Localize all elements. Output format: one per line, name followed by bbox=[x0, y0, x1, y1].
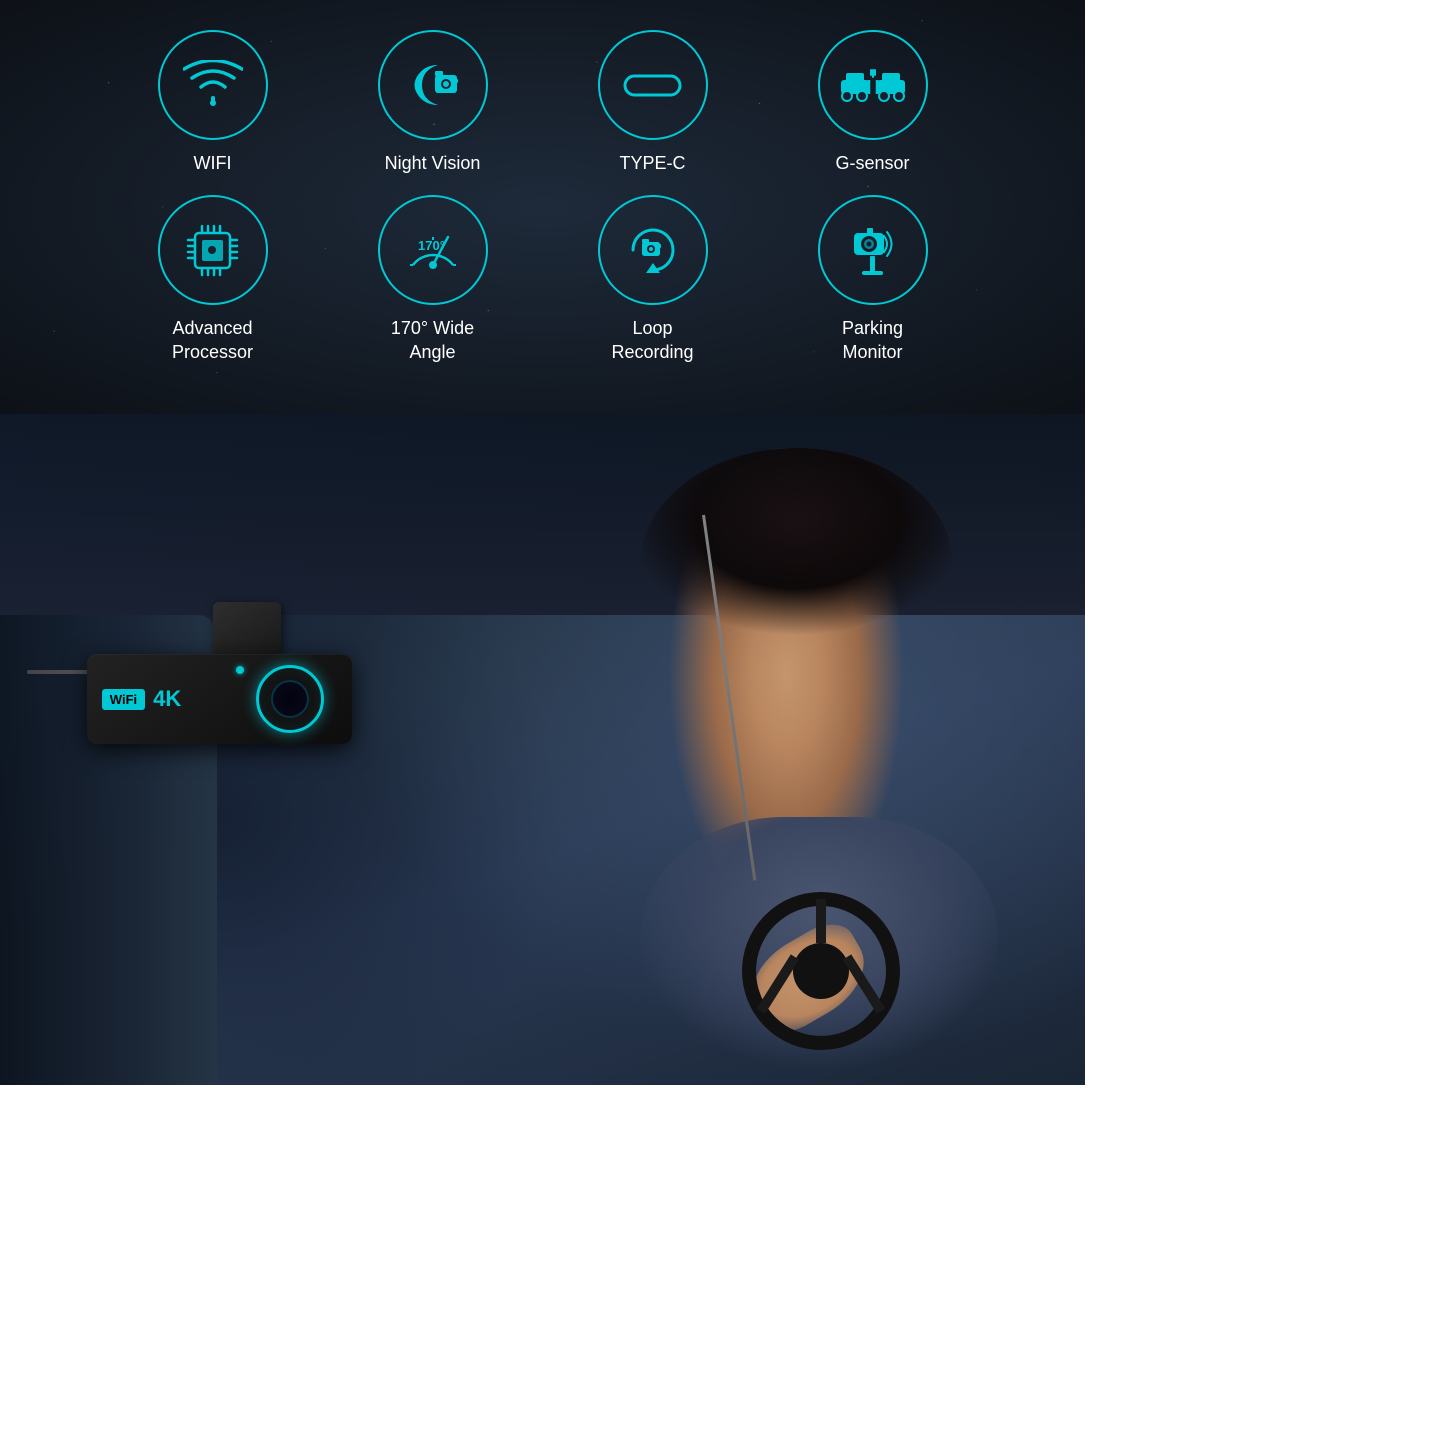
feature-parking-monitor: ParkingMonitor bbox=[783, 195, 963, 364]
steering-wheel-svg bbox=[741, 891, 901, 1051]
feature-label-type-c: TYPE-C bbox=[619, 152, 685, 175]
car-section: WiFi 4K bbox=[0, 414, 1085, 1085]
page-wrapper: WIFI Night Vision bbox=[0, 0, 1085, 1085]
dashcam-mount bbox=[213, 602, 281, 654]
processor-icon bbox=[180, 218, 245, 283]
dashcam-labels: WiFi 4K bbox=[102, 686, 181, 712]
feature-circle-g-sensor bbox=[818, 30, 928, 140]
feature-wide-angle: 170° 170° WideAngle bbox=[343, 195, 523, 364]
feature-night-vision: Night Vision bbox=[343, 30, 523, 175]
feature-label-parking-monitor: ParkingMonitor bbox=[842, 317, 903, 364]
led-indicator bbox=[236, 666, 244, 674]
features-section: WIFI Night Vision bbox=[0, 0, 1085, 414]
dashcam-body: WiFi 4K bbox=[87, 654, 352, 744]
feature-label-night-vision: Night Vision bbox=[385, 152, 481, 175]
feature-circle-wide-angle: 170° bbox=[378, 195, 488, 305]
feature-circle-type-c bbox=[598, 30, 708, 140]
feature-circle-wifi bbox=[158, 30, 268, 140]
feature-g-sensor: G-sensor bbox=[783, 30, 963, 175]
feature-label-processor: AdvancedProcessor bbox=[172, 317, 253, 364]
type-c-icon bbox=[620, 68, 685, 103]
features-row-2: AdvancedProcessor bbox=[20, 195, 1065, 364]
feature-processor: AdvancedProcessor bbox=[123, 195, 303, 364]
cable-wire bbox=[27, 670, 92, 674]
dashcam-device: WiFi 4K bbox=[87, 602, 352, 744]
feature-circle-loop-recording bbox=[598, 195, 708, 305]
feature-label-wifi: WIFI bbox=[194, 152, 232, 175]
feature-type-c: TYPE-C bbox=[563, 30, 743, 175]
feature-label-wide-angle: 170° WideAngle bbox=[391, 317, 474, 364]
feature-label-g-sensor: G-sensor bbox=[835, 152, 909, 175]
feature-label-loop-recording: LoopRecording bbox=[611, 317, 693, 364]
dashcam-lens-inner bbox=[271, 680, 309, 718]
parking-monitor-icon bbox=[840, 218, 905, 283]
feature-wifi: WIFI bbox=[123, 30, 303, 175]
feature-circle-night-vision bbox=[378, 30, 488, 140]
night-vision-icon bbox=[400, 55, 465, 115]
wide-angle-icon: 170° bbox=[398, 215, 468, 285]
driver-hair bbox=[640, 448, 952, 683]
dashcam-lens bbox=[256, 665, 324, 733]
g-sensor-icon bbox=[838, 55, 908, 115]
resolution-badge: 4K bbox=[153, 686, 181, 712]
features-row-1: WIFI Night Vision bbox=[20, 30, 1065, 175]
wifi-badge: WiFi bbox=[102, 689, 145, 710]
steering-wheel-container bbox=[741, 891, 901, 1051]
feature-circle-processor bbox=[158, 195, 268, 305]
svg-text:170°: 170° bbox=[418, 238, 445, 253]
feature-loop-recording: LoopRecording bbox=[563, 195, 743, 364]
feature-circle-parking-monitor bbox=[818, 195, 928, 305]
loop-recording-icon bbox=[618, 218, 688, 283]
driver-area bbox=[380, 414, 1031, 1085]
wifi-icon bbox=[183, 60, 243, 110]
